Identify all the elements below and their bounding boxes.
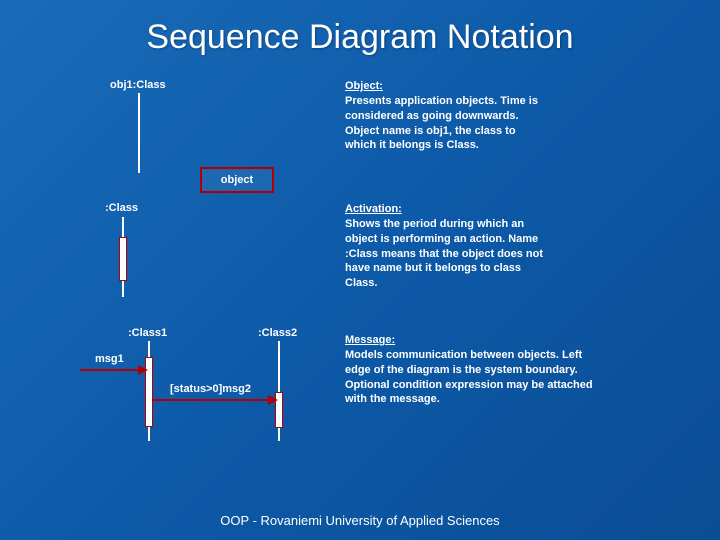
label-class: :Class [105,202,138,214]
activation-bar [119,237,127,281]
desc-message-head: Message: [345,333,605,348]
page-title: Sequence Diagram Notation [0,0,720,57]
object-box: object [200,167,274,193]
label-class1: :Class1 [128,327,167,339]
desc-object-head: Object: [345,79,545,94]
desc-message-body: Models communication between objects. Le… [345,349,593,406]
desc-activation: Activation: Shows the period during whic… [345,202,555,291]
object-box-label: object [221,174,253,186]
footer-text: OOP - Rovaniemi University of Applied Sc… [0,513,720,528]
arrow-msg2 [153,399,270,401]
desc-message: Message: Models communication between ob… [345,333,605,407]
desc-activation-body: Shows the period during which an object … [345,218,543,289]
arrow-msg1-head [138,365,148,375]
label-class2: :Class2 [258,327,297,339]
arrow-msg1 [80,369,140,371]
label-msg1: msg1 [95,353,124,365]
desc-object-body: Presents application objects. Time is co… [345,95,538,152]
arrow-msg2-head [268,395,278,405]
desc-object: Object: Presents application objects. Ti… [345,79,545,153]
desc-activation-head: Activation: [345,202,555,217]
diagram-area: obj1:Class object Object: Presents appli… [0,57,720,517]
label-msg2: [status>0]msg2 [170,383,251,395]
lifeline-obj1 [138,93,140,173]
label-obj1: obj1:Class [110,79,166,91]
